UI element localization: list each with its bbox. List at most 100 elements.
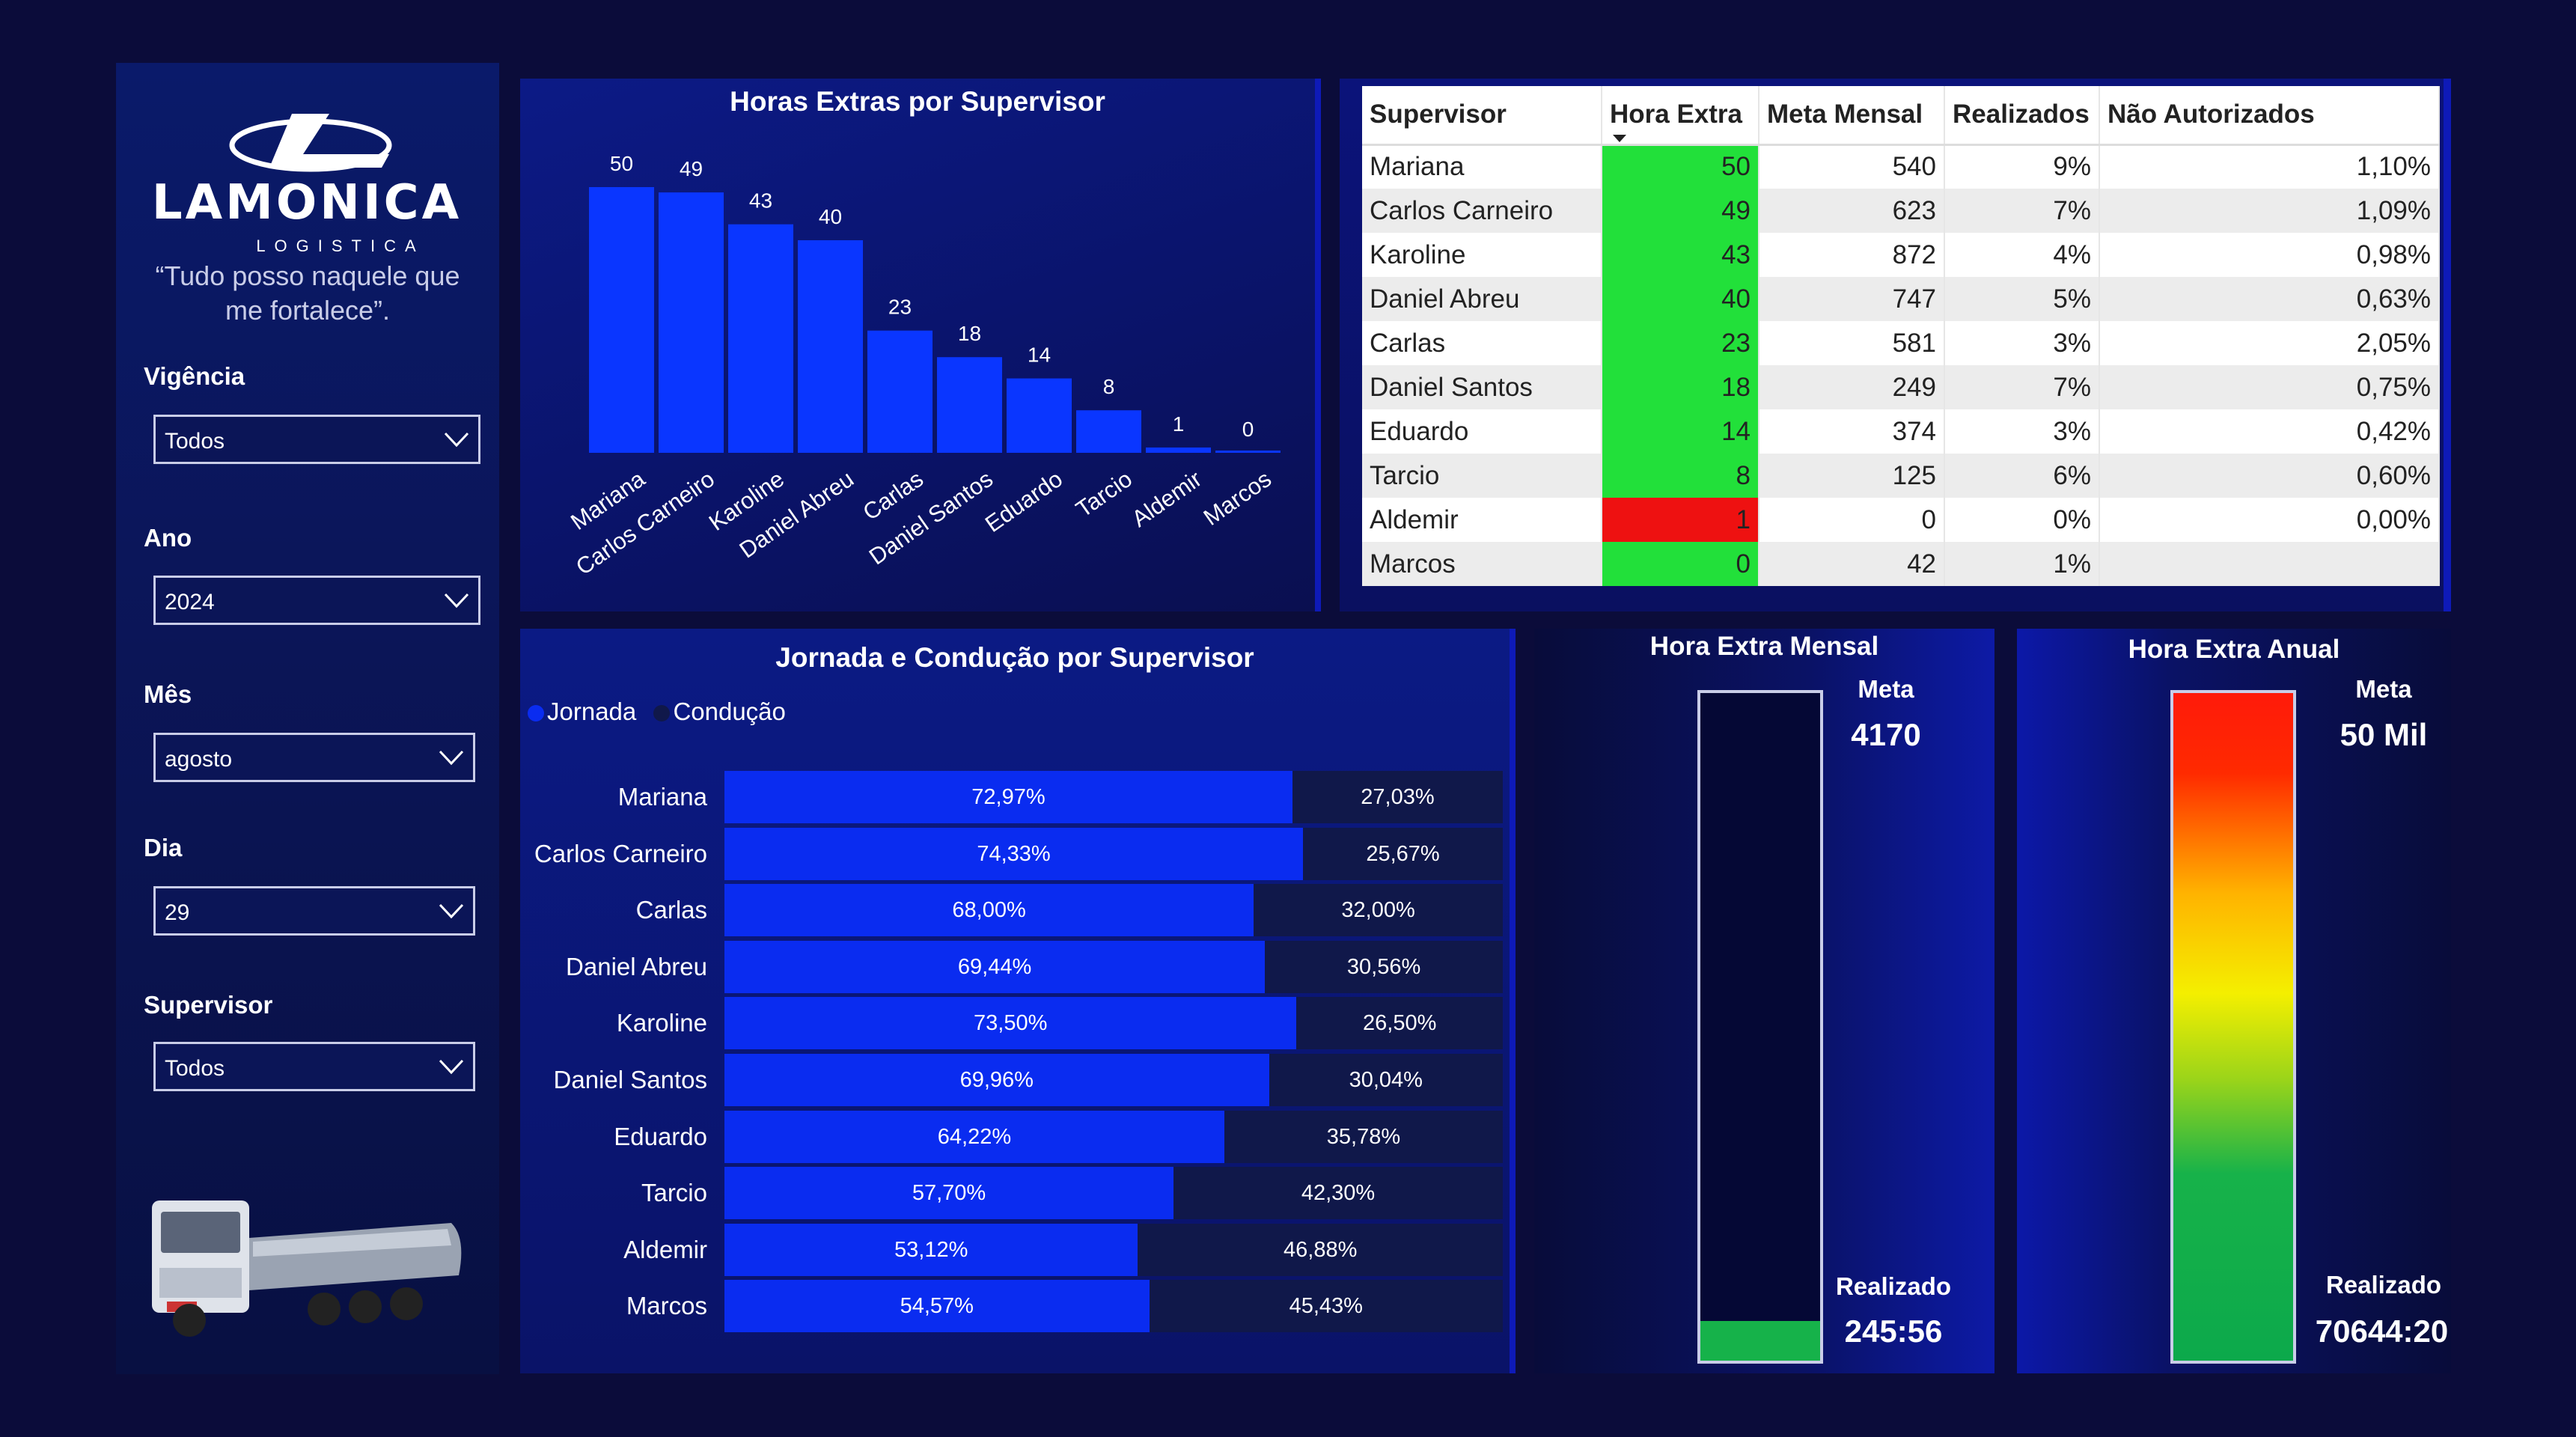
bar-row: Daniel Santos 69,96% 30,04%	[520, 1054, 1503, 1106]
y-tick-label: Daniel Abreu	[566, 952, 707, 980]
bar-daniel-abreu[interactable]	[798, 240, 863, 453]
bar-segment-conducao[interactable]: 46,88%	[1138, 1223, 1503, 1276]
x-tick-label: Aldemir	[1127, 466, 1206, 532]
cell-nao-autorizados: 0,60%	[2099, 454, 2440, 498]
data-label: 23	[888, 296, 912, 319]
cell-hora-extra: 14	[1602, 409, 1759, 454]
ano-dropdown[interactable]: 2024	[153, 576, 480, 625]
filter-label-vigencia: Vigência	[144, 362, 245, 390]
filter-label-mes: Mês	[144, 680, 192, 708]
cell-meta-mensal: 374	[1759, 409, 1945, 454]
bar-segment-jornada[interactable]: 54,57%	[724, 1280, 1150, 1333]
bar-segment-conducao[interactable]: 27,03%	[1292, 771, 1503, 823]
bar-segment-jornada[interactable]: 53,12%	[724, 1223, 1138, 1276]
y-tick-label: Marcos	[626, 1292, 707, 1320]
supervisor-dropdown[interactable]: Todos	[153, 1042, 475, 1091]
bar-segment-conducao[interactable]: 30,56%	[1265, 940, 1503, 993]
meta-label: Meta	[1858, 675, 1914, 703]
anual-gauge-tube	[2170, 690, 2296, 1364]
bar-tarcio[interactable]	[1076, 410, 1141, 453]
table-row[interactable]: Carlos Carneiro 49 623 7% 1,09%	[1362, 189, 2440, 233]
table-row[interactable]: Eduardo 14 374 3% 0,42%	[1362, 409, 2440, 454]
table-row[interactable]: Mariana 50 540 9% 1,10%	[1362, 144, 2440, 189]
data-label: 1	[1173, 412, 1185, 436]
cell-realizados: 1%	[1944, 542, 2100, 586]
cell-nao-autorizados: 0,98%	[2099, 233, 2440, 277]
table-row[interactable]: Tarcio 8 125 6% 0,60%	[1362, 454, 2440, 498]
table-header-row: Supervisor Hora Extra Meta Mensal Realiz…	[1362, 86, 2440, 146]
data-label: 18	[958, 322, 981, 345]
table-row[interactable]: Aldemir 1 0 0% 0,00%	[1362, 498, 2440, 542]
chevron-down-icon	[444, 593, 469, 608]
cell-meta-mensal: 581	[1759, 321, 1945, 365]
dia-dropdown[interactable]: 29	[153, 886, 475, 936]
bar-segment-jornada[interactable]: 69,44%	[724, 940, 1266, 993]
col-header-hora-extra[interactable]: Hora Extra	[1602, 86, 1759, 146]
bar-segment-jornada[interactable]: 74,33%	[724, 827, 1304, 880]
realizado-value: 70644:20	[2315, 1314, 2449, 1349]
cell-realizados: 0%	[1944, 498, 2100, 542]
y-tick-label: Karoline	[616, 1009, 707, 1037]
col-header-nao-autorizados[interactable]: Não Autorizados	[2099, 86, 2440, 146]
chevron-down-icon	[439, 903, 464, 919]
table-row[interactable]: Marcos 0 42 1%	[1362, 542, 2440, 586]
table-row[interactable]: Daniel Santos 18 249 7% 0,75%	[1362, 365, 2440, 409]
col-header-realizados[interactable]: Realizados	[1944, 86, 2100, 146]
y-tick-label: Carlas	[635, 896, 707, 924]
bar-carlos-carneiro[interactable]	[659, 192, 724, 453]
table-row[interactable]: Daniel Abreu 40 747 5% 0,63%	[1362, 277, 2440, 321]
cell-meta-mensal: 540	[1759, 144, 1945, 189]
cell-nao-autorizados: 0,75%	[2099, 365, 2440, 409]
legend-item-conducao[interactable]: Condução	[653, 698, 786, 726]
y-tick-label: Aldemir	[623, 1235, 707, 1263]
bar-segment-conducao[interactable]: 35,78%	[1224, 1110, 1503, 1163]
cell-hora-extra: 0	[1602, 542, 1759, 586]
dropdown-value: Todos	[165, 429, 225, 454]
legend-item-jornada[interactable]: Jornada	[528, 698, 636, 726]
bar-segment-jornada[interactable]: 57,70%	[724, 1167, 1174, 1220]
col-header-meta-mensal[interactable]: Meta Mensal	[1759, 86, 1945, 146]
cell-supervisor: Carlos Carneiro	[1362, 189, 1602, 233]
bar-segment-conducao[interactable]: 30,04%	[1269, 1054, 1503, 1106]
data-label: 43	[749, 189, 772, 213]
bar-mariana[interactable]	[589, 187, 654, 453]
realizado-label: Realizado	[1835, 1272, 1952, 1300]
vigencia-dropdown[interactable]: Todos	[153, 415, 480, 464]
sort-desc-icon	[1613, 134, 1626, 142]
supervisor-table: Supervisor Hora Extra Meta Mensal Realiz…	[1362, 86, 2440, 586]
bar-eduardo[interactable]	[1007, 378, 1072, 453]
bar-segment-jornada[interactable]: 72,97%	[724, 771, 1292, 823]
bar-segment-conducao[interactable]: 45,43%	[1149, 1280, 1503, 1333]
filter-label-supervisor: Supervisor	[144, 991, 273, 1019]
bar-segment-conducao[interactable]: 25,67%	[1303, 827, 1503, 880]
cell-supervisor: Karoline	[1362, 233, 1602, 277]
bar-karoline[interactable]	[728, 224, 793, 453]
meta-label: Meta	[2355, 675, 2412, 703]
mes-dropdown[interactable]: agosto	[153, 733, 475, 782]
supervisor-table-panel: Supervisor Hora Extra Meta Mensal Realiz…	[1340, 79, 2451, 611]
bar-segment-conducao[interactable]: 26,50%	[1296, 997, 1503, 1050]
cell-nao-autorizados: 2,05%	[2099, 321, 2440, 365]
meta-value: 50 Mil	[2340, 717, 2428, 752]
cell-nao-autorizados: 1,09%	[2099, 189, 2440, 233]
bar-segment-jornada[interactable]: 69,96%	[724, 1054, 1269, 1106]
bar-segment-jornada[interactable]: 64,22%	[724, 1110, 1224, 1163]
cell-meta-mensal: 872	[1759, 233, 1945, 277]
chart-title: Jornada e Condução por Supervisor	[775, 642, 1254, 673]
col-header-supervisor[interactable]: Supervisor	[1362, 86, 1602, 146]
bar-daniel-santos[interactable]	[937, 357, 1002, 453]
cell-supervisor: Daniel Santos	[1362, 365, 1602, 409]
table-row[interactable]: Karoline 43 872 4% 0,98%	[1362, 233, 2440, 277]
bar-segment-jornada[interactable]: 73,50%	[724, 997, 1297, 1050]
bar-segment-conducao[interactable]: 32,00%	[1254, 884, 1503, 937]
bar-segment-jornada[interactable]: 68,00%	[724, 884, 1254, 937]
cell-supervisor: Carlas	[1362, 321, 1602, 365]
bar-carlas[interactable]	[867, 330, 933, 453]
x-tick-label: Marcos	[1199, 466, 1276, 531]
cell-meta-mensal: 42	[1759, 542, 1945, 586]
table-row[interactable]: Carlas 23 581 3% 2,05%	[1362, 321, 2440, 365]
cell-hora-extra: 8	[1602, 454, 1759, 498]
bar-row: Tarcio 57,70% 42,30%	[520, 1167, 1503, 1220]
cell-supervisor: Eduardo	[1362, 409, 1602, 454]
bar-segment-conducao[interactable]: 42,30%	[1173, 1167, 1503, 1220]
